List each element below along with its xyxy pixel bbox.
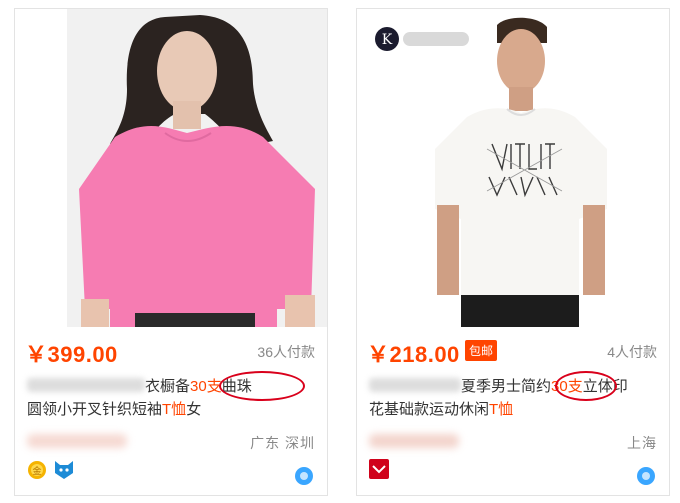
blurred-shop-name xyxy=(27,434,127,448)
title-highlight: 30支 xyxy=(190,378,222,395)
free-shipping-badge: 包邮 xyxy=(465,340,498,361)
title-text: 女 xyxy=(186,401,202,418)
blurred-text xyxy=(27,378,145,392)
svg-text:金: 金 xyxy=(32,465,41,477)
product-card-left[interactable]: ￥399.00 36人付款 衣橱备30支曲珠 圆领小开叉针织短袖T恤女 广东 深… xyxy=(14,8,328,496)
location: 广东 深圳 xyxy=(250,435,315,451)
product-image-pink-tshirt[interactable] xyxy=(15,9,327,327)
blurred-shop-name xyxy=(369,434,459,448)
location: 上海 xyxy=(627,435,657,451)
title-text: 衣橱 xyxy=(145,378,176,395)
chat-drop-icon[interactable] xyxy=(295,467,313,485)
payers-count: 36人付款 xyxy=(257,344,315,360)
red-shop-icon[interactable] xyxy=(369,459,389,479)
product-card-right[interactable]: K ￥218.00 包邮 4人付款 夏季男士简约30支立体印 花基础款运动休闲T… xyxy=(356,8,670,496)
product-image-white-tshirt[interactable]: K xyxy=(357,9,669,327)
title-text: 夏季男士简约 xyxy=(461,378,552,395)
chat-drop-icon[interactable] xyxy=(637,467,655,485)
price: ￥218.00 xyxy=(367,342,460,367)
highlight-circle xyxy=(555,371,617,401)
price: ￥399.00 xyxy=(25,342,118,367)
highlight-circle xyxy=(219,371,305,401)
cat-shield-icon[interactable] xyxy=(53,459,75,481)
title-highlight: T恤 xyxy=(489,401,514,418)
gold-medal-icon[interactable]: 金 xyxy=(27,459,47,481)
title-highlight: T恤 xyxy=(162,401,187,418)
svg-text:K: K xyxy=(382,32,393,48)
payers-count: 4人付款 xyxy=(607,344,657,360)
title-text: 备 xyxy=(175,378,191,395)
blurred-text xyxy=(369,378,461,392)
title-text: 花基础款运动休闲 xyxy=(369,401,490,418)
product-title[interactable]: 夏季男士简约30支立体印 花基础款运动休闲T恤 xyxy=(369,375,661,421)
title-text: 圆领小开叉针织短袖 xyxy=(27,401,163,418)
